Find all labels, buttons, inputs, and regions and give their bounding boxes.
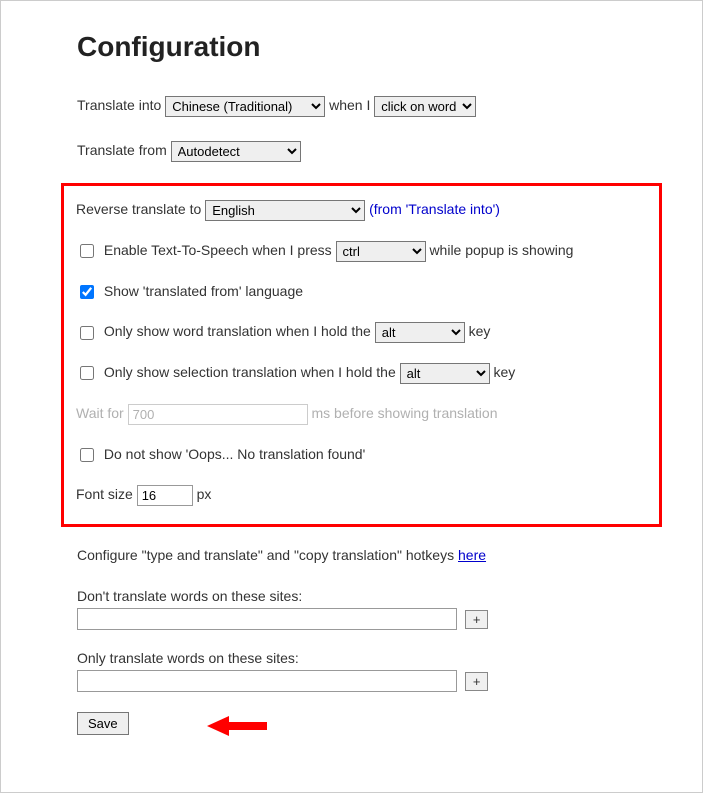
hotkeys-text: Configure "type and translate" and "copy…: [77, 547, 458, 563]
arrow-annotation-icon: [207, 714, 267, 738]
only-selection-key-select[interactable]: alt: [400, 363, 490, 384]
wait-row: Wait for ms before showing translation: [76, 402, 647, 425]
only-word-label-before: Only show word translation when I hold t…: [104, 323, 371, 339]
wait-label-after: ms before showing translation: [312, 405, 498, 421]
translate-from-label: Translate from: [77, 142, 167, 158]
only-selection-row: Only show selection translation when I h…: [76, 361, 647, 384]
fontsize-label-before: Font size: [76, 486, 133, 502]
reverse-translate-note: (from 'Translate into'): [369, 201, 500, 217]
save-button[interactable]: Save: [77, 712, 129, 735]
dont-translate-sites-group: Don't translate words on these sites: +: [77, 588, 672, 630]
when-i-label: when I: [329, 97, 370, 113]
dont-translate-input[interactable]: [77, 608, 457, 630]
wait-label-before: Wait for: [76, 405, 124, 421]
no-oops-row: Do not show 'Oops... No translation foun…: [76, 443, 647, 465]
only-selection-checkbox[interactable]: [80, 366, 94, 380]
reverse-translate-select[interactable]: English: [205, 200, 365, 221]
only-word-checkbox[interactable]: [80, 326, 94, 340]
only-selection-label-before: Only show selection translation when I h…: [104, 364, 396, 380]
tts-label-after: while popup is showing: [429, 242, 573, 258]
fontsize-row: Font size px: [76, 483, 647, 506]
tts-checkbox[interactable]: [80, 244, 94, 258]
reverse-translate-label: Reverse translate to: [76, 201, 201, 217]
tts-label-before: Enable Text-To-Speech when I press: [104, 242, 332, 258]
dont-translate-add-button[interactable]: +: [465, 610, 489, 629]
translate-into-label: Translate into: [77, 97, 161, 113]
only-selection-label-after: key: [494, 364, 516, 380]
only-translate-label: Only translate words on these sites:: [77, 650, 672, 666]
translate-into-select[interactable]: Chinese (Traditional): [165, 96, 325, 117]
only-translate-add-button[interactable]: +: [465, 672, 489, 691]
show-translated-from-row: Show 'translated from' language: [76, 280, 647, 302]
translate-into-row: Translate into Chinese (Traditional) whe…: [77, 93, 672, 118]
only-word-row: Only show word translation when I hold t…: [76, 320, 647, 343]
only-translate-input[interactable]: [77, 670, 457, 692]
translate-from-select[interactable]: Autodetect: [171, 141, 301, 162]
config-panel: Configuration Translate into Chinese (Tr…: [0, 0, 703, 793]
trigger-select[interactable]: click on word: [374, 96, 476, 117]
dont-translate-label: Don't translate words on these sites:: [77, 588, 672, 604]
reverse-translate-row: Reverse translate to English (from 'Tran…: [76, 198, 647, 221]
save-row: Save: [77, 712, 672, 735]
tts-row: Enable Text-To-Speech when I press ctrl …: [76, 239, 647, 262]
only-word-key-select[interactable]: alt: [375, 322, 465, 343]
no-oops-checkbox[interactable]: [80, 448, 94, 462]
hotkeys-row: Configure "type and translate" and "copy…: [77, 543, 672, 568]
highlighted-options-group: Reverse translate to English (from 'Tran…: [61, 183, 662, 527]
translate-from-row: Translate from Autodetect: [77, 138, 672, 163]
only-word-label-after: key: [469, 323, 491, 339]
tts-key-select[interactable]: ctrl: [336, 241, 426, 262]
fontsize-label-after: px: [197, 486, 212, 502]
hotkeys-link[interactable]: here: [458, 547, 486, 563]
wait-input[interactable]: [128, 404, 308, 425]
show-translated-from-checkbox[interactable]: [80, 285, 94, 299]
show-translated-from-label: Show 'translated from' language: [104, 283, 303, 299]
fontsize-input[interactable]: [137, 485, 193, 506]
only-translate-sites-group: Only translate words on these sites: +: [77, 650, 672, 692]
no-oops-label: Do not show 'Oops... No translation foun…: [104, 446, 365, 462]
page-title: Configuration: [77, 31, 672, 63]
